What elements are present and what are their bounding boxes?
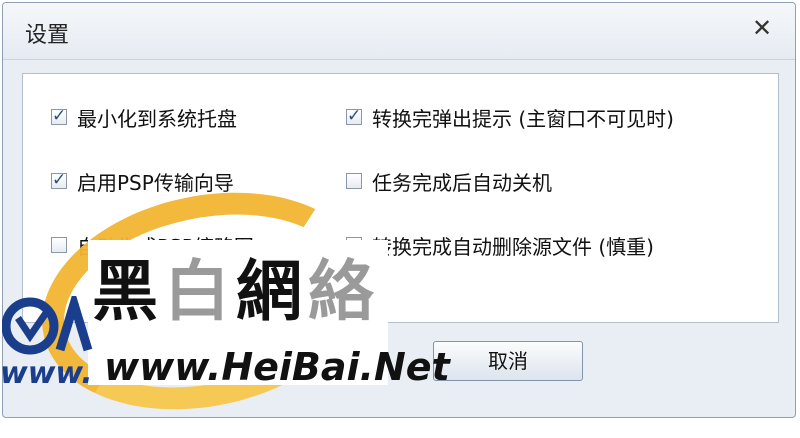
close-icon[interactable]: ✕ [749,15,775,41]
option-psp-wizard[interactable]: 启用PSP传输向导 [51,166,234,196]
option-label: 任务完成后自动关机 [372,170,552,195]
checkbox-psp-wizard[interactable] [51,170,67,190]
watermark-logo-icon [2,296,93,355]
watermark-chinese-text: 黑白網絡 [92,238,380,334]
watermark-char: 網 [236,252,308,330]
option-label: 启用PSP传输向导 [77,170,234,195]
option-label: 最小化到系统托盘 [77,106,237,131]
option-label: 转换完成自动删除源文件 (慎重) [372,234,654,259]
checkbox-popup-notice[interactable] [346,106,362,126]
option-popup-notice[interactable]: 转换完弹出提示 (主窗口不可见时) [346,102,674,132]
watermark-url: www.HeiBai.Net [104,345,450,389]
watermark-char: 白 [164,252,236,330]
title-bar: 设置 ✕ [3,3,795,60]
option-label: 转换完弹出提示 (主窗口不可见时) [372,106,674,131]
option-auto-shutdown[interactable]: 任务完成后自动关机 [346,166,552,196]
cancel-button[interactable]: 取消 [433,341,583,381]
dialog-title: 设置 [25,23,70,48]
watermark-char: 絡 [308,252,380,330]
checkbox-psp-thumbnail[interactable] [51,237,67,253]
option-delete-source[interactable]: 转换完成自动删除源文件 (慎重) [346,230,654,260]
checkbox-minimize-to-tray[interactable] [51,106,67,126]
option-minimize-to-tray[interactable]: 最小化到系统托盘 [51,102,237,132]
watermark-char: 黑 [92,252,164,330]
watermark-www: www. [0,356,93,391]
checkbox-auto-shutdown[interactable] [346,173,362,189]
